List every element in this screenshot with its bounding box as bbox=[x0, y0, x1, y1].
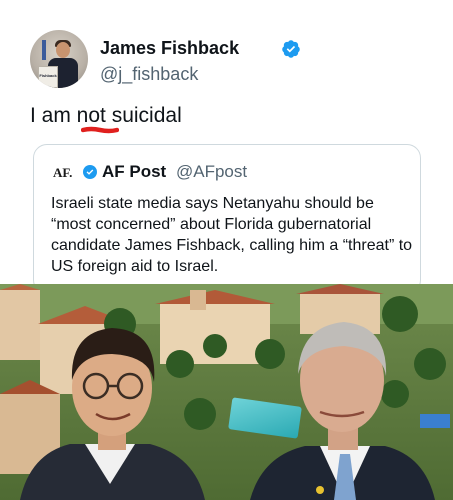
author-name[interactable]: James Fishback bbox=[100, 38, 239, 59]
author-avatar[interactable]: Fishback bbox=[30, 30, 88, 88]
verified-badge-icon bbox=[282, 40, 300, 58]
attached-photo[interactable] bbox=[0, 284, 453, 500]
tweet-header: Fishback James Fishback @j_fishback bbox=[30, 30, 430, 90]
quoted-author-name[interactable]: AF Post bbox=[102, 162, 166, 182]
avatar-podium-text: Fishback bbox=[39, 73, 57, 78]
verified-badge-icon bbox=[83, 165, 97, 179]
quoted-tweet-text: Israeli state media says Netanyahu shoul… bbox=[51, 195, 413, 275]
quoted-author-handle[interactable]: @AFpost bbox=[176, 162, 247, 182]
red-underline-mark bbox=[81, 126, 119, 134]
author-handle[interactable]: @j_fishback bbox=[100, 64, 198, 85]
quoted-tweet[interactable]: AF. AF Post @AFpost Israeli state media … bbox=[33, 144, 421, 294]
tweet-text: I am not suicidal bbox=[30, 104, 182, 127]
af-logo: AF. bbox=[53, 165, 73, 180]
